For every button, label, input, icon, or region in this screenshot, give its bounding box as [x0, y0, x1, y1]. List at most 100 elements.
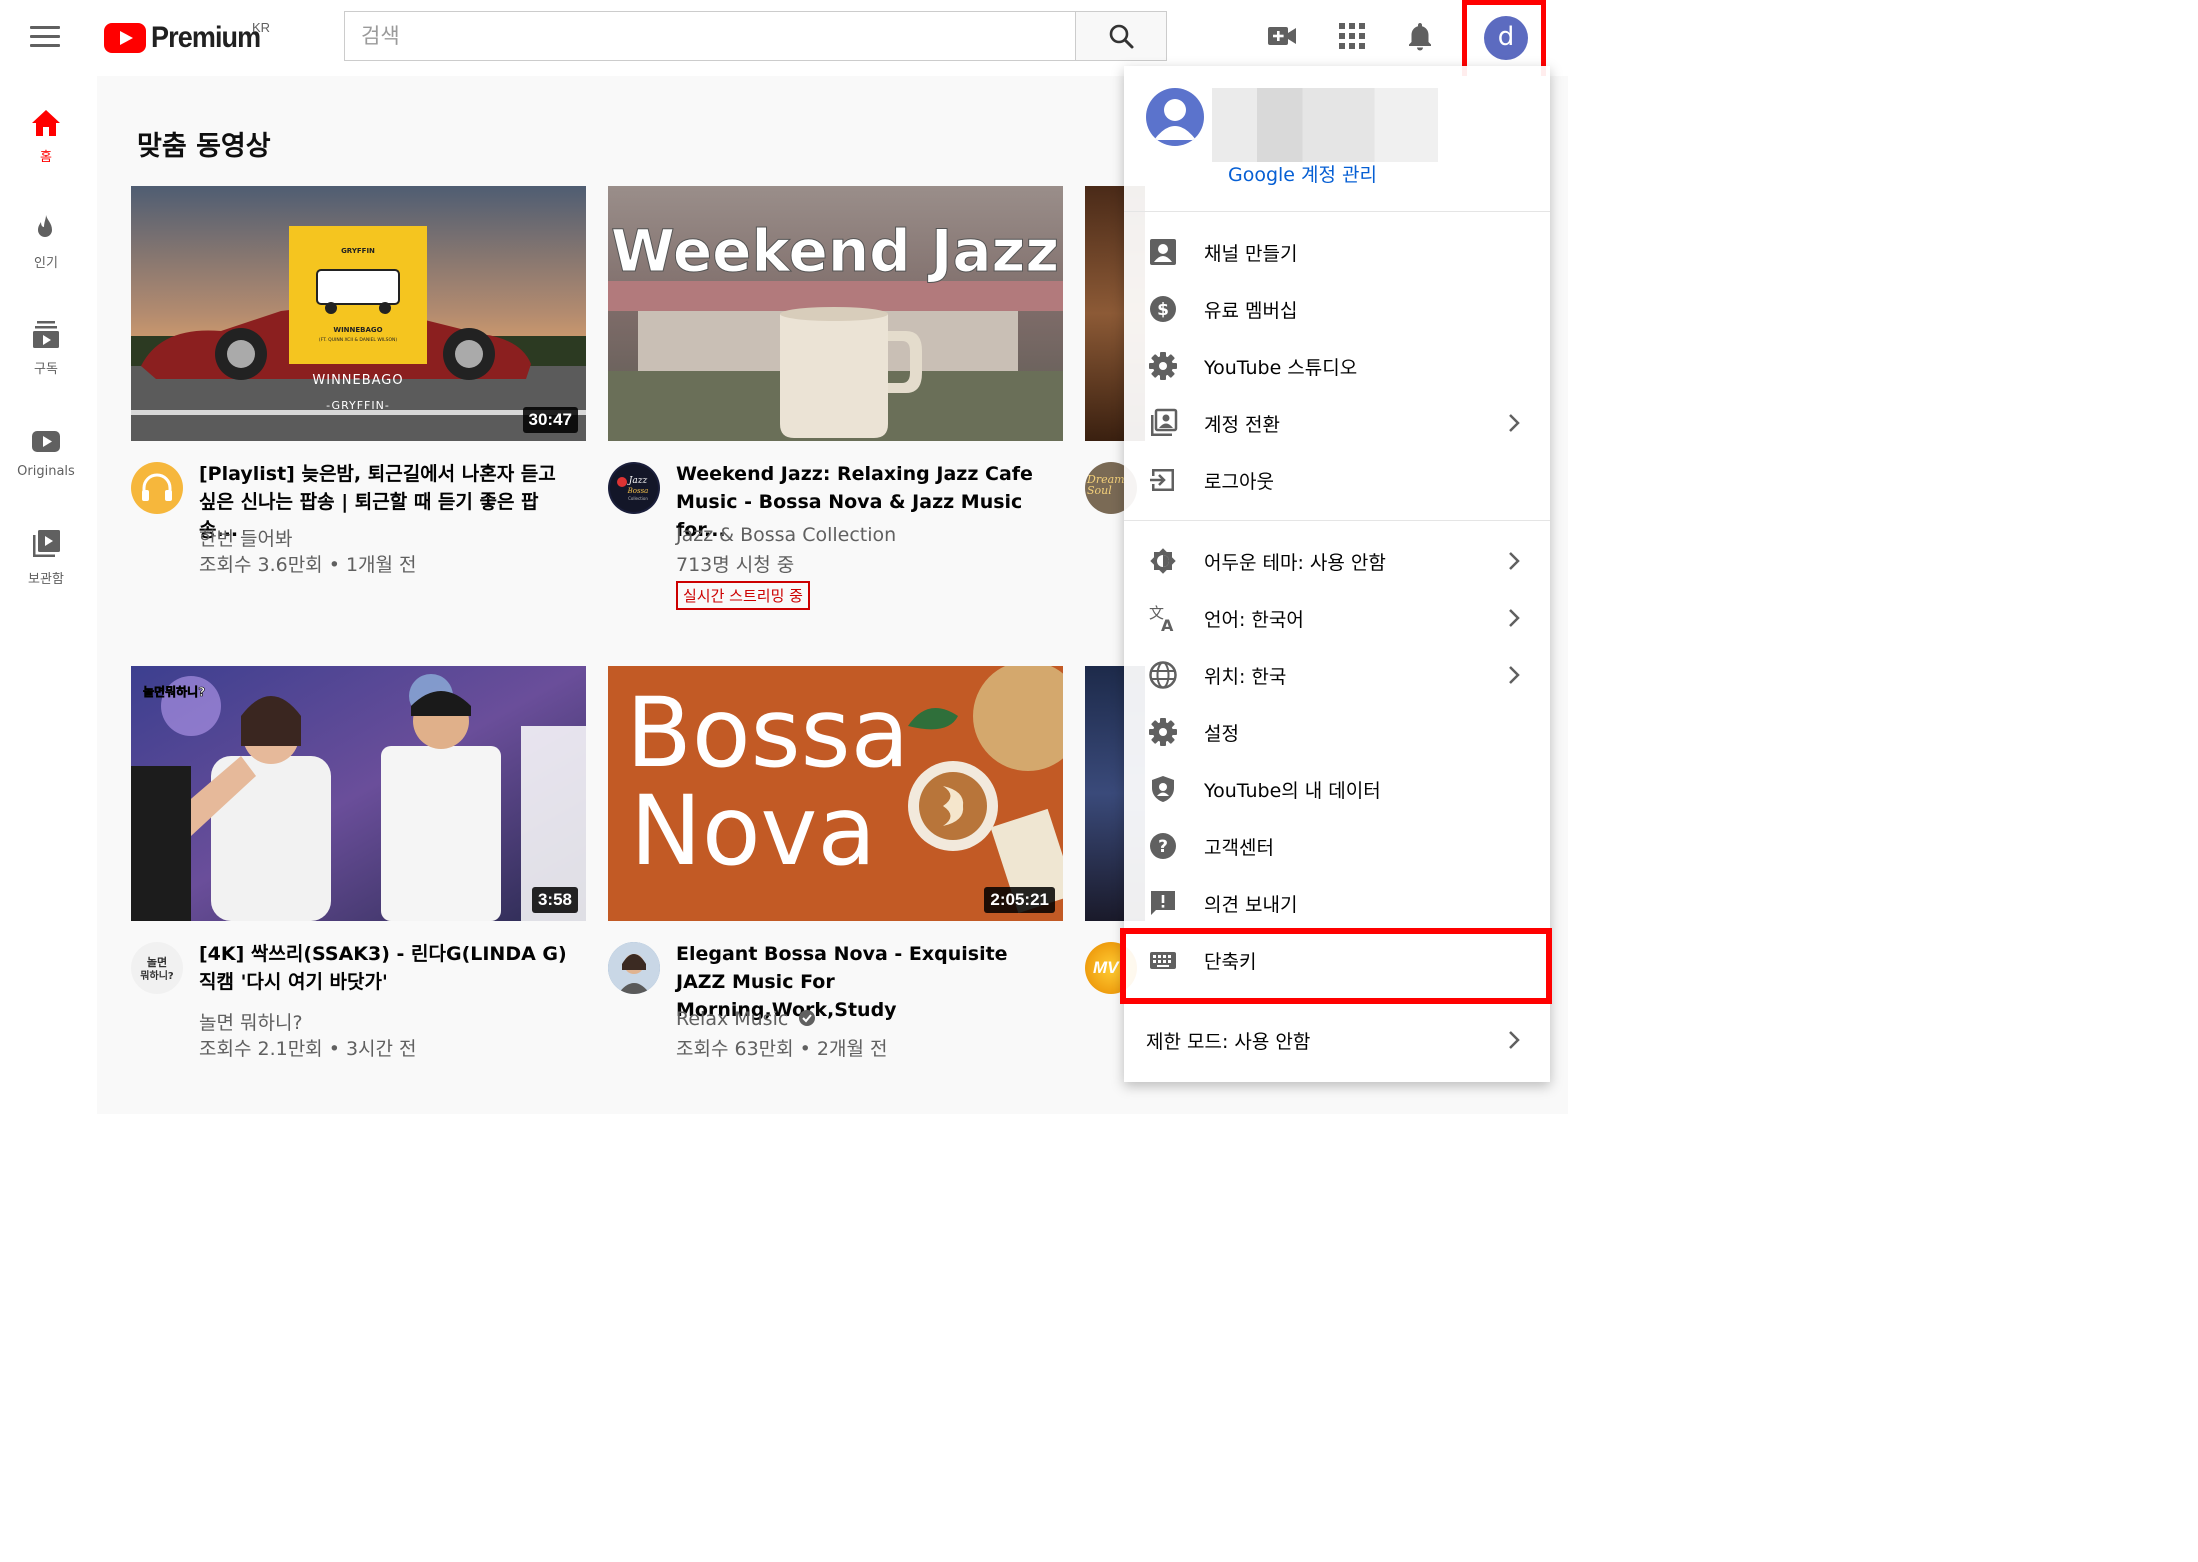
menu-item-label: 고객센터	[1204, 837, 1274, 859]
sidebar-item-label: Originals	[17, 464, 75, 479]
menu-item-label: 유료 멤버십	[1204, 300, 1298, 322]
thumb-weekend-jazz-text: Weekend Jazz	[611, 217, 1059, 285]
sidebar-item-originals[interactable]: Originals	[0, 426, 92, 479]
menu-item-logout[interactable]: 로그아웃	[1124, 452, 1550, 508]
channel-avatar[interactable]	[608, 942, 660, 994]
menu-item-restricted-mode[interactable]: 제한 모드: 사용 안함	[1124, 1012, 1550, 1068]
logo-text: Premium	[151, 21, 261, 54]
thumb-winnebago-text: WINNEBAGO	[312, 373, 403, 388]
apps-icon[interactable]	[1336, 20, 1368, 52]
avatar-jazz-text: Jazz	[627, 476, 648, 486]
avatar-bossa-text: Bossa	[627, 487, 649, 495]
channel-avatar[interactable]: Jazz Bossa Collection	[608, 462, 660, 514]
channel-name[interactable]: 놀면 뭐하니?	[199, 1008, 303, 1035]
svg-text:$: $	[1157, 300, 1169, 320]
search-box	[344, 11, 1076, 61]
channel-name[interactable]: Relax Music	[676, 1008, 816, 1030]
section-title: 맞춤 동영상	[137, 131, 271, 162]
sidebar-item-library[interactable]: 보관함	[0, 528, 92, 587]
gear-icon	[1149, 352, 1177, 380]
search-input[interactable]	[345, 12, 1076, 60]
sidebar-item-subscriptions[interactable]: 구독	[0, 320, 92, 377]
avatar-show-text-1: 놀면	[147, 955, 167, 969]
video-metadata: 조회수 2.1만회 • 3시간 전	[199, 1038, 417, 1060]
channel-avatar[interactable]	[131, 462, 183, 514]
menu-icon[interactable]	[30, 26, 60, 48]
video-thumbnail[interactable]: 놀면뭐하니? 3:58	[131, 666, 586, 921]
masthead: Premium KR d	[0, 0, 1568, 84]
video-thumbnail[interactable]: GRYFFIN WINNEBAGO (FT. QUINN XCII & DANI…	[131, 186, 586, 441]
menu-item-your-data[interactable]: YouTube의 내 데이터	[1124, 761, 1550, 817]
menu-item-label: 어두운 테마: 사용 안함	[1204, 552, 1386, 574]
chevron-right-icon	[1509, 609, 1520, 627]
search-icon	[1109, 24, 1134, 49]
youtube-premium-logo[interactable]: Premium	[104, 21, 272, 54]
shield-icon	[1152, 776, 1174, 802]
menu-item-dark-theme[interactable]: 어두운 테마: 사용 안함	[1124, 533, 1550, 589]
menu-item-label: 언어: 한국어	[1204, 609, 1304, 631]
thumb-bossa-text: Bossa	[626, 677, 909, 789]
channel-icon	[1150, 239, 1176, 265]
menu-item-paid-memberships[interactable]: $ 유료 멤버십	[1124, 281, 1550, 337]
menu-item-feedback[interactable]: 의견 보내기	[1124, 875, 1550, 931]
logout-icon	[1150, 469, 1174, 491]
thumb-nova-text: Nova	[630, 775, 876, 887]
video-thumbnail[interactable]: Weekend Jazz	[608, 186, 1063, 441]
menu-item-location[interactable]: 위치: 한국	[1124, 647, 1550, 703]
account-avatar-large	[1146, 88, 1204, 146]
menu-item-settings[interactable]: 설정	[1124, 704, 1550, 760]
feedback-icon	[1151, 891, 1175, 915]
duration-badge: 2:05:21	[984, 887, 1055, 913]
avatar-collection-text: Collection	[628, 496, 648, 501]
live-badge: 실시간 스트리밍 중	[676, 581, 810, 610]
album-winnebago-text: WINNEBAGO	[333, 326, 382, 334]
chevron-right-icon	[1509, 1031, 1520, 1049]
trending-icon	[38, 215, 52, 237]
menu-item-label: YouTube 스튜디오	[1204, 357, 1358, 379]
settings-icon	[1149, 718, 1177, 746]
manage-google-account-link[interactable]: Google 계정 관리	[1228, 160, 1377, 187]
subscriptions-icon	[33, 321, 59, 348]
verified-icon	[799, 1010, 816, 1026]
create-video-icon[interactable]	[1266, 20, 1298, 52]
menu-item-switch-account[interactable]: 계정 전환	[1124, 395, 1550, 451]
menu-item-help[interactable]: ? 고객센터	[1124, 818, 1550, 874]
menu-item-create-channel[interactable]: 채널 만들기	[1124, 224, 1550, 280]
duration-badge: 3:58	[531, 887, 578, 913]
menu-item-language[interactable]: 文 A 언어: 한국어	[1124, 590, 1550, 646]
sidebar-item-home[interactable]: 홈	[0, 108, 92, 165]
menu-item-label: 위치: 한국	[1204, 666, 1287, 688]
menu-item-label: 설정	[1204, 723, 1239, 745]
switch-account-icon	[1151, 408, 1178, 436]
originals-icon	[32, 431, 60, 452]
menu-item-youtube-studio[interactable]: YouTube 스튜디오	[1124, 338, 1550, 394]
sidebar-item-trending[interactable]: 인기	[0, 214, 92, 271]
sidebar-item-label: 보관함	[28, 572, 64, 587]
avatar-show-text-2: 뭐하니?	[140, 969, 174, 982]
channel-name[interactable]: 한번 들어봐	[199, 524, 292, 551]
person-icon	[1154, 99, 1196, 140]
video-title[interactable]: [4K] 싹쓰리(SSAK3) - 린다G(LINDA G) 직캠 '다시 여기…	[199, 940, 569, 996]
video-metadata: 조회수 3.6만회 • 1개월 전	[199, 554, 417, 576]
menu-item-label: 로그아웃	[1204, 471, 1274, 493]
channel-name[interactable]: Jazz & Bossa Collection	[676, 524, 896, 546]
svg-text:A: A	[1161, 616, 1174, 633]
menu-item-label: 계정 전환	[1204, 414, 1280, 436]
channel-name-text: Relax Music	[676, 1008, 789, 1030]
sidebar-item-label: 구독	[34, 362, 58, 377]
chevron-right-icon	[1509, 666, 1520, 684]
translate-icon: 文 A	[1149, 604, 1174, 633]
search-button[interactable]	[1075, 11, 1167, 61]
thumb-gryffin-text: -GRYFFIN-	[326, 399, 390, 412]
notifications-icon[interactable]	[1404, 20, 1436, 52]
channel-avatar[interactable]: 놀면 뭐하니?	[131, 942, 183, 994]
menu-item-label: 의견 보내기	[1204, 894, 1298, 916]
chevron-right-icon	[1509, 414, 1520, 432]
video-thumbnail[interactable]: Bossa Nova 2:05:21	[608, 666, 1063, 921]
dollar-icon: $	[1150, 296, 1176, 322]
menu-item-label: 채널 만들기	[1204, 243, 1298, 265]
help-icon: ?	[1150, 833, 1176, 859]
youtube-play-icon	[104, 23, 146, 53]
shortcut-highlight-box	[1120, 928, 1552, 1004]
sidebar-item-label: 인기	[34, 256, 58, 271]
